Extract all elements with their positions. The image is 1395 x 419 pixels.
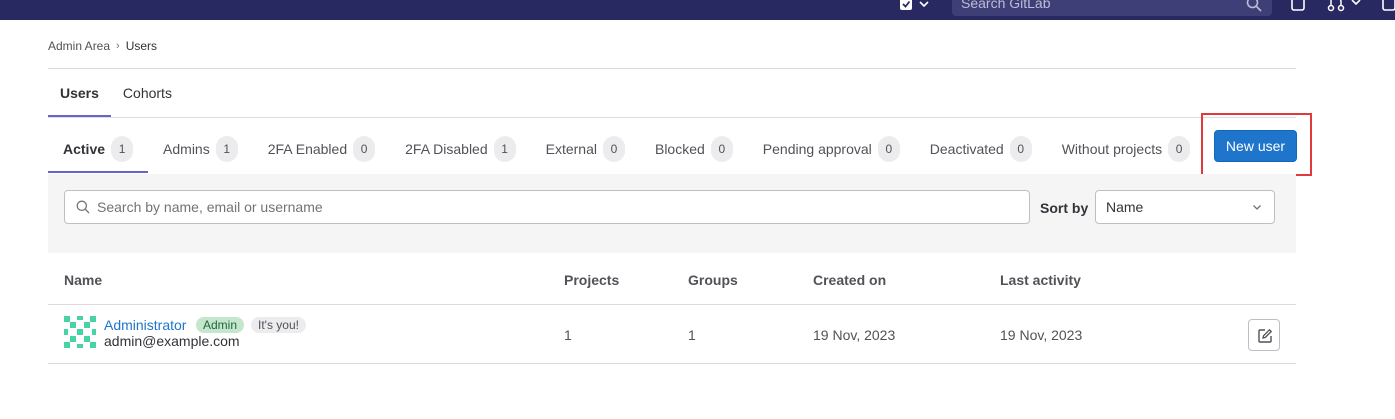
sort-dropdown[interactable]: Name (1095, 190, 1275, 224)
filter-tab-label: Without projects (1061, 141, 1163, 157)
filter-tab-active[interactable]: Active 1 (48, 125, 149, 173)
sort-dropdown-value: Name (1106, 199, 1144, 215)
user-email: admin@example.com (104, 333, 240, 349)
filter-tab-2fa-enabled[interactable]: 2FA Enabled 0 (253, 125, 390, 173)
filter-tab-admins[interactable]: Admins 1 (148, 125, 253, 173)
user-name-link[interactable]: Administrator (104, 317, 186, 333)
issues-dropdown[interactable] (898, 0, 934, 14)
merge-requests-dropdown[interactable] (1326, 0, 1364, 19)
column-header-groups: Groups (688, 272, 738, 288)
search-icon (1246, 0, 1262, 12)
avatar[interactable] (64, 316, 96, 348)
breadcrumb-current[interactable]: Users (126, 39, 157, 53)
users-table-header: Name Projects Groups Created on Last act… (48, 254, 1296, 305)
tabs-divider (48, 117, 1296, 118)
breadcrumb: Admin Area › Users (48, 39, 157, 53)
count-badge: 1 (215, 136, 238, 162)
filter-tab-pending-approval[interactable]: Pending approval 0 (748, 125, 915, 173)
tab-cohorts-label: Cohorts (122, 85, 172, 101)
filter-tab-label: Deactivated (929, 141, 1004, 157)
breadcrumb-admin-area[interactable]: Admin Area (48, 39, 110, 53)
created-on-date: 19 Nov, 2023 (813, 327, 896, 343)
user-filter-tabs: Active 1 Admins 1 2FA Enabled 0 2FA Disa… (48, 125, 1205, 173)
todo-icon (1291, 0, 1305, 11)
count-badge: 0 (1009, 136, 1032, 162)
column-header-last-activity: Last activity (1000, 272, 1081, 288)
filter-tab-label: Pending approval (762, 141, 872, 157)
filter-tab-2fa-disabled[interactable]: 2FA Disabled 1 (390, 125, 531, 173)
filter-tab-without-projects[interactable]: Without projects 0 (1047, 125, 1205, 173)
filter-tab-external[interactable]: External 0 (531, 125, 640, 173)
filter-tab-label: Active (63, 141, 106, 157)
issues-icon (900, 0, 929, 10)
user-search-input[interactable] (95, 191, 1015, 223)
filter-tab-deactivated[interactable]: Deactivated 0 (915, 125, 1047, 173)
tab-cohorts[interactable]: Cohorts (111, 69, 184, 117)
chevron-down-icon (1253, 205, 1261, 210)
count-badge: 0 (353, 136, 376, 162)
count-badge: 0 (1168, 136, 1191, 162)
tab-users-label: Users (60, 85, 99, 101)
column-header-name: Name (64, 272, 103, 288)
top-tabs: Users Cohorts (48, 69, 184, 117)
merge-request-icon (1327, 0, 1361, 12)
count-badge: 1 (493, 136, 516, 162)
top-navbar: Search GitLab (0, 0, 1395, 20)
groups-count: 1 (688, 327, 696, 343)
filter-bar: Sort by Name (48, 174, 1296, 253)
filter-tab-label: External (545, 141, 597, 157)
new-user-button[interactable]: New user (1214, 130, 1297, 162)
last-activity-date: 19 Nov, 2023 (1000, 327, 1083, 343)
user-icon (1382, 0, 1395, 11)
column-header-created-on: Created on (813, 272, 887, 288)
todo-button[interactable] (1290, 0, 1308, 19)
count-badge: 0 (710, 136, 733, 162)
filter-tab-blocked[interactable]: Blocked 0 (640, 125, 748, 173)
global-search-input[interactable]: Search GitLab (952, 0, 1272, 16)
sort-by-label: Sort by (1040, 200, 1089, 216)
projects-count: 1 (564, 327, 572, 343)
user-menu[interactable] (1382, 0, 1395, 19)
count-badge: 0 (602, 136, 625, 162)
global-search-placeholder: Search GitLab (961, 0, 1051, 11)
breadcrumb-chevron-icon: › (116, 40, 120, 52)
filter-tab-label: 2FA Disabled (405, 141, 488, 157)
user-search-field[interactable] (64, 190, 1030, 224)
edit-user-button[interactable] (1248, 319, 1280, 351)
header-divider (48, 68, 1296, 69)
its-you-badge: It's you! (251, 317, 306, 333)
filter-tab-label: Blocked (654, 141, 705, 157)
pencil-square-icon (1258, 328, 1273, 343)
count-badge: 1 (111, 136, 134, 162)
search-icon (76, 200, 90, 214)
filter-tab-label: Admins (163, 141, 210, 157)
tab-users[interactable]: Users (48, 69, 111, 117)
count-badge: 0 (877, 136, 900, 162)
table-row: Administrator Admin It's you! admin@exam… (48, 306, 1296, 364)
column-header-projects: Projects (564, 272, 620, 288)
admin-badge: Admin (196, 317, 245, 333)
filter-tab-label: 2FA Enabled (267, 141, 348, 157)
